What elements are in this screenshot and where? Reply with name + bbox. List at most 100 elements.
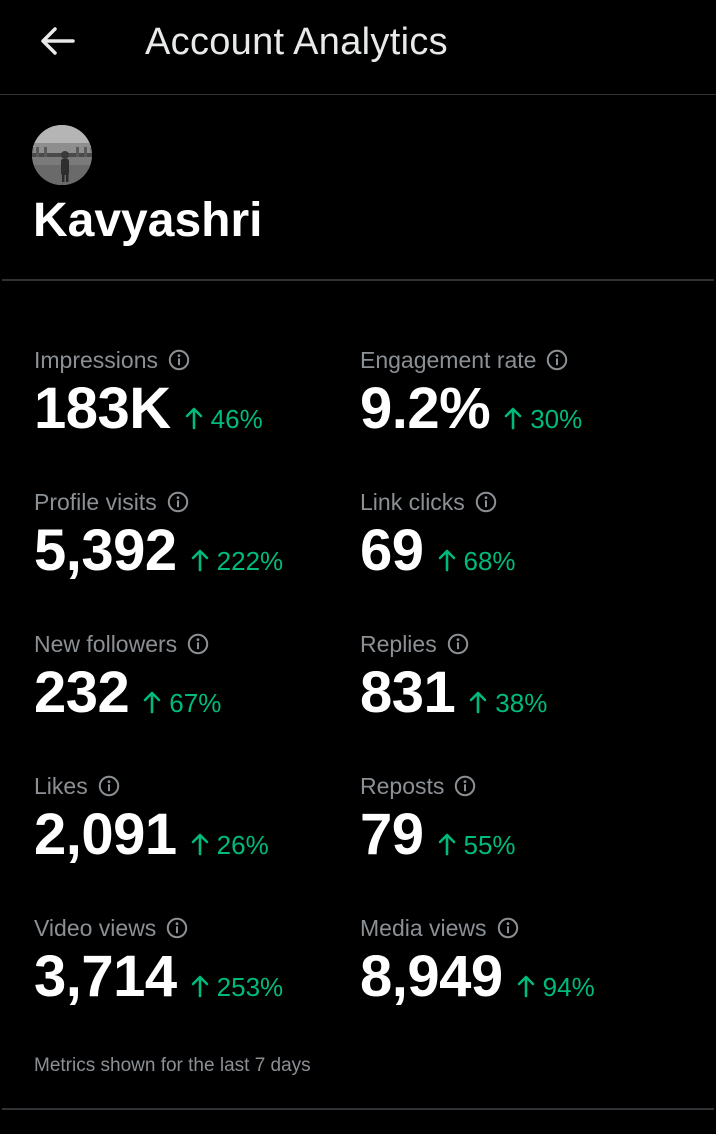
info-icon[interactable] bbox=[475, 491, 497, 513]
metric-value: 3,714 bbox=[34, 944, 177, 1009]
metric-label-row: Profile visits bbox=[34, 487, 189, 517]
metric-value: 2,091 bbox=[34, 802, 177, 867]
metric-value-row: 9.2% 30% bbox=[360, 375, 582, 445]
arrow-left-icon bbox=[41, 27, 75, 55]
metric-value-row: 183K 46% bbox=[34, 375, 263, 445]
metric-label: Profile visits bbox=[34, 489, 157, 515]
metric-value: 183K bbox=[34, 376, 171, 441]
bottom-divider bbox=[2, 1108, 714, 1110]
metric-label: Replies bbox=[360, 631, 437, 657]
metric-profile-visits: Profile visits 5,392 222% bbox=[34, 487, 354, 597]
metric-value: 5,392 bbox=[34, 518, 177, 583]
metric-change: 26% bbox=[191, 830, 269, 861]
arrow-up-icon bbox=[143, 690, 161, 721]
metric-value: 8,949 bbox=[360, 944, 503, 1009]
metric-change-value: 67% bbox=[169, 688, 222, 718]
metric-engagement-rate: Engagement rate 9.2% 30% bbox=[360, 345, 680, 455]
metric-value-row: 8,949 94% bbox=[360, 943, 595, 1013]
metric-change-value: 253% bbox=[216, 972, 284, 1002]
avatar[interactable] bbox=[32, 125, 92, 185]
arrow-up-icon bbox=[191, 832, 209, 863]
back-button[interactable] bbox=[32, 18, 82, 64]
metric-value-row: 5,392 222% bbox=[34, 517, 283, 587]
metrics-footnote: Metrics shown for the last 7 days bbox=[34, 1055, 311, 1076]
metric-change-value: 26% bbox=[216, 830, 269, 860]
info-icon[interactable] bbox=[454, 775, 476, 797]
arrow-up-icon bbox=[185, 406, 203, 437]
metric-video-views: Video views 3,714 253% bbox=[34, 913, 354, 1023]
metric-label: Impressions bbox=[34, 347, 158, 373]
arrow-up-icon bbox=[191, 548, 209, 579]
metric-change: 68% bbox=[438, 546, 516, 577]
metric-change-value: 30% bbox=[530, 404, 583, 434]
metric-label-row: Link clicks bbox=[360, 487, 497, 517]
metric-media-views: Media views 8,949 94% bbox=[360, 913, 680, 1023]
metric-value: 232 bbox=[34, 660, 130, 725]
metric-label: New followers bbox=[34, 631, 178, 657]
arrow-up-icon bbox=[191, 974, 209, 1005]
metric-change-value: 222% bbox=[216, 546, 284, 576]
metric-change: 222% bbox=[191, 546, 284, 579]
metric-link-clicks: Link clicks 69 68% bbox=[360, 487, 680, 597]
info-icon[interactable] bbox=[168, 349, 190, 371]
metric-likes: Likes 2,091 26% bbox=[34, 771, 354, 881]
top-bar: Account Analytics bbox=[0, 0, 716, 95]
metric-change-value: 68% bbox=[463, 546, 516, 576]
arrow-up-icon bbox=[469, 690, 487, 721]
metric-change: 30% bbox=[504, 404, 582, 435]
section-divider bbox=[2, 279, 714, 281]
metric-value-row: 232 67% bbox=[34, 659, 221, 729]
metric-label: Likes bbox=[34, 773, 88, 799]
info-icon[interactable] bbox=[187, 633, 209, 655]
metric-label: Link clicks bbox=[360, 489, 465, 515]
metric-change-value: 38% bbox=[495, 688, 548, 718]
metric-label-row: Reposts bbox=[360, 771, 476, 801]
metric-label: Video views bbox=[34, 915, 157, 941]
metric-replies: Replies 831 38% bbox=[360, 629, 680, 739]
metric-value-row: 79 55% bbox=[360, 801, 516, 871]
page-title: Account Analytics bbox=[145, 21, 448, 63]
info-icon[interactable] bbox=[447, 633, 469, 655]
metric-change: 94% bbox=[517, 972, 595, 1003]
metric-label-row: Likes bbox=[34, 771, 120, 801]
metric-value-row: 831 38% bbox=[360, 659, 547, 729]
metric-change-value: 55% bbox=[463, 830, 516, 860]
metric-label: Engagement rate bbox=[360, 347, 537, 373]
metric-new-followers: New followers 232 67% bbox=[34, 629, 354, 739]
metric-reposts: Reposts 79 55% bbox=[360, 771, 680, 881]
info-icon[interactable] bbox=[166, 917, 188, 939]
metric-label: Media views bbox=[360, 915, 487, 941]
metric-label: Reposts bbox=[360, 773, 445, 799]
info-icon[interactable] bbox=[167, 491, 189, 513]
info-icon[interactable] bbox=[546, 349, 568, 371]
arrow-up-icon bbox=[438, 548, 456, 579]
metric-change-value: 94% bbox=[542, 972, 595, 1002]
metric-label-row: Video views bbox=[34, 913, 188, 943]
avatar-photo bbox=[32, 125, 92, 185]
metric-value-row: 3,714 253% bbox=[34, 943, 283, 1013]
profile-name: Kavyashri bbox=[33, 194, 263, 247]
arrow-up-icon bbox=[517, 974, 535, 1005]
metric-value: 831 bbox=[360, 660, 456, 725]
metric-value: 79 bbox=[360, 802, 424, 867]
metric-value-row: 2,091 26% bbox=[34, 801, 269, 871]
metric-change: 253% bbox=[191, 972, 284, 1005]
metric-change: 67% bbox=[143, 688, 221, 719]
metric-value: 9.2% bbox=[360, 376, 491, 441]
metric-impressions: Impressions 183K 46% bbox=[34, 345, 354, 455]
metric-value-row: 69 68% bbox=[360, 517, 516, 587]
info-icon[interactable] bbox=[98, 775, 120, 797]
metric-value: 69 bbox=[360, 518, 424, 583]
metric-label-row: Engagement rate bbox=[360, 345, 568, 375]
metric-label-row: Media views bbox=[360, 913, 519, 943]
metric-label-row: Impressions bbox=[34, 345, 190, 375]
metric-label-row: Replies bbox=[360, 629, 469, 659]
arrow-up-icon bbox=[438, 832, 456, 863]
arrow-up-icon bbox=[504, 406, 522, 437]
info-icon[interactable] bbox=[497, 917, 519, 939]
metric-change: 55% bbox=[438, 830, 516, 861]
metric-label-row: New followers bbox=[34, 629, 209, 659]
metric-change-value: 46% bbox=[210, 404, 263, 434]
profile-section: Kavyashri bbox=[0, 95, 716, 279]
metric-change: 46% bbox=[185, 404, 263, 435]
